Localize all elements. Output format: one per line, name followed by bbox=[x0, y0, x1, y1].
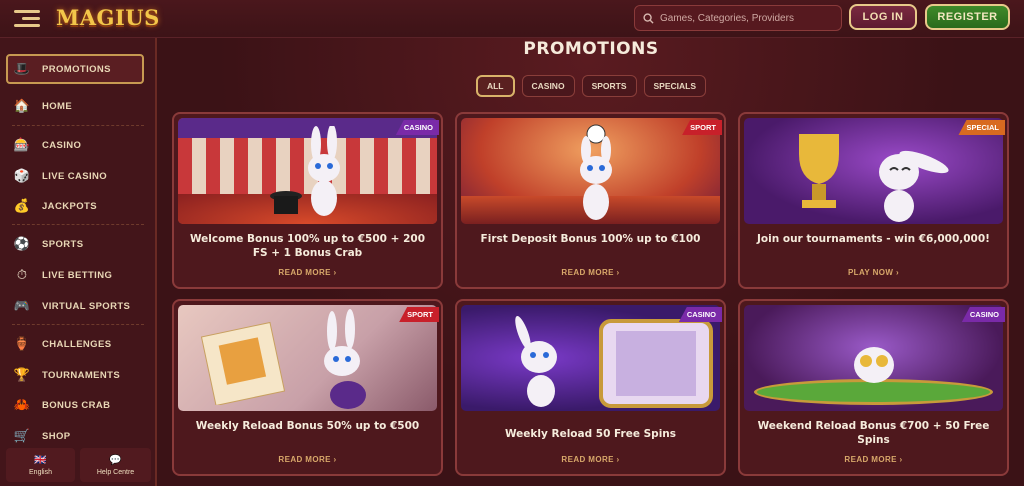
sidebar-item-tournaments[interactable]: 🏆 TOURNAMENTS bbox=[12, 364, 147, 386]
filter-tabs: ALL CASINO SPORTS SPECIALS bbox=[158, 75, 1024, 97]
promo-card-weekly-free-spins[interactable]: CASINO Weekly Reload 50 Free Spins READ … bbox=[455, 299, 726, 476]
filter-all[interactable]: ALL bbox=[475, 75, 515, 97]
virtual-sports-icon: 🎮 bbox=[13, 298, 31, 314]
promo-title: Welcome Bonus 100% up to €500 + 200 FS +… bbox=[189, 233, 426, 259]
sidebar-item-label: CASINO bbox=[42, 139, 82, 151]
promo-title: Weekend Reload Bonus €700 + 50 Free Spin… bbox=[757, 420, 990, 446]
sidebar-item-label: LIVE CASINO bbox=[42, 170, 108, 182]
read-more-link[interactable]: READ MORE › bbox=[174, 455, 441, 464]
reading-bunny-icon bbox=[324, 309, 366, 409]
login-button[interactable]: LOG IN bbox=[849, 4, 917, 30]
sidebar-item-casino[interactable]: 🎰 CASINO bbox=[12, 134, 147, 156]
promo-card-tournaments[interactable]: SPECIAL Join our tournaments - win €6,00… bbox=[738, 112, 1009, 289]
help-centre-button[interactable]: 💬 Help Centre bbox=[80, 448, 151, 482]
trophy-icon bbox=[799, 134, 839, 208]
promo-title: Weekly Reload 50 Free Spins bbox=[504, 428, 677, 440]
sidebar-item-sports[interactable]: ⚽ SPORTS bbox=[12, 233, 147, 255]
sidebar-item-jackpots[interactable]: 💰 JACKPOTS bbox=[12, 195, 147, 217]
filter-casino[interactable]: CASINO bbox=[521, 75, 575, 97]
promo-title: Join our tournaments - win €6,000,000! bbox=[757, 233, 990, 245]
promo-card-first-deposit[interactable]: SPORT First Deposit Bonus 100% up to €10… bbox=[455, 112, 726, 289]
sidebar-item-label: BONUS CRAB bbox=[42, 399, 111, 411]
top-hat-icon bbox=[270, 191, 302, 214]
help-label: Help Centre bbox=[96, 468, 135, 476]
promo-card-weekly-reload-bonus[interactable]: SPORT Weekly Reload Bonus 50% up to €500… bbox=[172, 299, 443, 476]
promo-image bbox=[461, 118, 720, 224]
sidebar: 🎩 PROMOTIONS 🏠 HOME 🎰 CASINO 🎲 LIVE CASI… bbox=[0, 38, 157, 486]
sidebar-item-label: LIVE BETTING bbox=[42, 269, 113, 281]
register-button[interactable]: REGISTER bbox=[925, 4, 1010, 30]
menu-icon[interactable] bbox=[14, 10, 40, 28]
sidebar-item-virtual-sports[interactable]: 🎮 VIRTUAL SPORTS bbox=[12, 295, 147, 317]
newspaper-icon bbox=[200, 321, 286, 405]
uk-flag-icon: 🇬🇧 bbox=[34, 454, 47, 466]
read-more-link[interactable]: READ MORE › bbox=[457, 455, 724, 464]
read-more-link[interactable]: READ MORE › bbox=[174, 268, 441, 277]
sidebar-item-challenges[interactable]: 🏺 CHALLENGES bbox=[12, 333, 147, 355]
sidebar-item-label: SHOP bbox=[42, 430, 71, 442]
sidebar-item-label: HOME bbox=[42, 100, 73, 112]
slot-machine-icon bbox=[599, 319, 713, 408]
casino-icon: 🎰 bbox=[13, 137, 31, 153]
promo-card-weekend-reload[interactable]: CASINO Weekend Reload Bonus €700 + 50 Fr… bbox=[738, 299, 1009, 476]
sidebar-item-label: VIRTUAL SPORTS bbox=[42, 300, 131, 312]
promo-image bbox=[178, 305, 437, 411]
bonus-crab-icon: 🦀 bbox=[13, 397, 31, 413]
sidebar-item-live-casino[interactable]: 🎲 LIVE CASINO bbox=[12, 165, 147, 187]
challenges-icon: 🏺 bbox=[13, 336, 31, 352]
jackpots-icon: 💰 bbox=[13, 198, 31, 214]
promo-title: First Deposit Bonus 100% up to €100 bbox=[480, 233, 701, 245]
main-content: PROMOTIONS ALL CASINO SPORTS SPECIALS CA… bbox=[158, 38, 1024, 486]
sports-icon: ⚽ bbox=[13, 236, 31, 252]
sidebar-item-label: PROMOTIONS bbox=[42, 63, 111, 75]
sidebar-item-label: JACKPOTS bbox=[42, 200, 97, 212]
sidebar-item-label: CHALLENGES bbox=[42, 338, 112, 350]
language-button[interactable]: 🇬🇧 English bbox=[6, 448, 75, 482]
magius-logo[interactable]: MAGIUS bbox=[56, 3, 159, 33]
play-now-link[interactable]: PLAY NOW › bbox=[740, 268, 1007, 277]
pool-bunny-icon bbox=[854, 347, 894, 383]
live-betting-icon: ⏱ bbox=[16, 267, 28, 283]
sidebar-item-promotions[interactable]: 🎩 PROMOTIONS bbox=[6, 54, 144, 84]
spinning-bunny-icon bbox=[515, 315, 557, 407]
page-title: PROMOTIONS bbox=[523, 39, 659, 59]
divider bbox=[12, 224, 144, 225]
sidebar-item-home[interactable]: 🏠 HOME bbox=[12, 95, 147, 117]
search-icon bbox=[643, 12, 654, 24]
divider bbox=[12, 324, 144, 325]
happy-bunny-icon bbox=[879, 150, 949, 222]
sidebar-item-live-betting[interactable]: ⏱ LIVE BETTING bbox=[12, 264, 147, 286]
read-more-link[interactable]: READ MORE › bbox=[457, 268, 724, 277]
special-badge: SPECIAL bbox=[958, 120, 1005, 135]
promo-title: Weekly Reload Bonus 50% up to €500 bbox=[195, 420, 420, 432]
search-box[interactable] bbox=[634, 5, 842, 31]
sidebar-item-bonus-crab[interactable]: 🦀 BONUS CRAB bbox=[12, 394, 147, 416]
live-casino-icon: 🎲 bbox=[13, 168, 31, 184]
language-label: English bbox=[29, 468, 52, 476]
search-input[interactable] bbox=[660, 12, 830, 24]
promo-card-welcome-bonus[interactable]: CASINO Welcome Bonus 100% up to €500 + 2… bbox=[172, 112, 443, 289]
filter-specials[interactable]: SPECIALS bbox=[643, 75, 707, 97]
home-icon: 🏠 bbox=[13, 98, 31, 114]
promotions-icon: 🎩 bbox=[13, 61, 31, 77]
shop-icon: 🛒 bbox=[13, 428, 31, 444]
filter-sports[interactable]: SPORTS bbox=[581, 75, 637, 97]
sidebar-item-shop[interactable]: 🛒 SHOP bbox=[12, 425, 147, 447]
sidebar-item-label: TOURNAMENTS bbox=[42, 369, 121, 381]
chat-icon: 💬 bbox=[109, 454, 122, 466]
read-more-link[interactable]: READ MORE › bbox=[740, 455, 1007, 464]
sidebar-item-label: SPORTS bbox=[42, 238, 84, 250]
football-bunny-icon bbox=[580, 124, 612, 220]
top-bar: MAGIUS LOG IN REGISTER bbox=[0, 0, 1024, 38]
tournaments-icon: 🏆 bbox=[13, 367, 31, 383]
divider bbox=[12, 125, 144, 126]
